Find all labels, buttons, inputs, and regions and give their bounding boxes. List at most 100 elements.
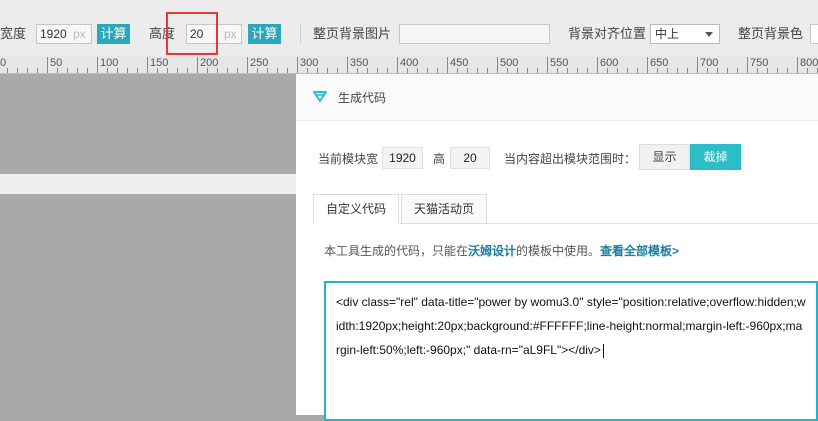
module-width-label: 当前模块宽 bbox=[318, 152, 379, 166]
bg-color-input[interactable] bbox=[810, 24, 818, 44]
width-label: 宽度 bbox=[0, 26, 27, 41]
ruler-minor-tick bbox=[227, 68, 228, 73]
ruler-major-tick bbox=[97, 57, 98, 73]
ruler-minor-tick bbox=[757, 68, 758, 73]
ruler-minor-tick bbox=[537, 68, 538, 73]
ruler-major-tick bbox=[47, 57, 48, 73]
ruler-minor-tick bbox=[77, 68, 78, 73]
ruler-minor-tick bbox=[687, 68, 688, 73]
ruler-minor-tick bbox=[507, 68, 508, 73]
ruler-major-tick bbox=[347, 57, 348, 73]
ruler-minor-tick bbox=[177, 68, 178, 73]
overflow-label: 当内容超出模块范围时： bbox=[504, 152, 637, 166]
ruler-minor-tick bbox=[187, 68, 188, 73]
overflow-show-button[interactable]: 显示 bbox=[639, 144, 690, 170]
bg-image-input[interactable] bbox=[399, 24, 550, 44]
ruler-minor-tick bbox=[127, 68, 128, 73]
dialog-header: 生成代码 bbox=[296, 74, 818, 121]
highlight-box bbox=[166, 12, 218, 55]
ruler-label: 700 bbox=[700, 57, 719, 69]
ruler-minor-tick bbox=[737, 68, 738, 73]
ruler-label: 400 bbox=[400, 57, 419, 69]
ruler-minor-tick bbox=[87, 68, 88, 73]
ruler-minor-tick bbox=[207, 68, 208, 73]
ruler-minor-tick bbox=[707, 68, 708, 73]
horizontal-ruler: 0 50 100 150 200 250 300 350 400 450 500 550 600 650 7… bbox=[0, 56, 818, 74]
ruler-minor-tick bbox=[777, 68, 778, 73]
view-all-templates-link[interactable]: 查看全部模板> bbox=[600, 244, 679, 258]
bg-align-select[interactable]: 中上 bbox=[650, 24, 720, 44]
ruler-label: 750 bbox=[750, 57, 769, 69]
ruler-major-tick bbox=[797, 57, 798, 73]
ruler-minor-tick bbox=[427, 68, 428, 73]
ruler-minor-tick bbox=[27, 68, 28, 73]
diamond-logo-icon bbox=[313, 91, 327, 102]
ruler-major-tick bbox=[447, 57, 448, 73]
ruler-minor-tick bbox=[217, 68, 218, 73]
ruler-minor-tick bbox=[517, 68, 518, 73]
ruler-minor-tick bbox=[7, 68, 8, 73]
ruler-label: 500 bbox=[500, 57, 519, 69]
height-calc-button[interactable]: 计算 bbox=[248, 24, 281, 44]
ruler-minor-tick bbox=[487, 68, 488, 73]
ruler-major-tick bbox=[547, 57, 548, 73]
ruler-minor-tick bbox=[387, 68, 388, 73]
tab-custom-code[interactable]: 自定义代码 bbox=[313, 194, 399, 224]
notice-prefix: 本工具生成的代码，只能在 bbox=[324, 244, 469, 258]
ruler-label: 350 bbox=[350, 57, 369, 69]
ruler-minor-tick bbox=[767, 68, 768, 73]
bg-align-value: 中上 bbox=[655, 27, 680, 41]
ruler-major-tick bbox=[697, 57, 698, 73]
ruler-minor-tick bbox=[807, 68, 808, 73]
ruler-minor-tick bbox=[567, 68, 568, 73]
ruler-minor-tick bbox=[477, 68, 478, 73]
ruler-minor-tick bbox=[257, 68, 258, 73]
ruler-minor-tick bbox=[467, 68, 468, 73]
ruler-minor-tick bbox=[167, 68, 168, 73]
ruler-label: 600 bbox=[600, 57, 619, 69]
tab-tmall-activity[interactable]: 天猫活动页 bbox=[401, 194, 487, 224]
ruler-minor-tick bbox=[457, 68, 458, 73]
ruler-label: 150 bbox=[150, 57, 169, 69]
ruler-minor-tick bbox=[67, 68, 68, 73]
width-calc-button[interactable]: 计算 bbox=[97, 24, 130, 44]
ruler-minor-tick bbox=[357, 68, 358, 73]
ruler-minor-tick bbox=[37, 68, 38, 73]
height-unit: px bbox=[224, 27, 237, 41]
ruler-major-tick bbox=[497, 57, 498, 73]
notice-middle: 的模板中使用。 bbox=[516, 244, 601, 258]
notice-brand-link[interactable]: 沃姆设计 bbox=[468, 244, 516, 258]
ruler-minor-tick bbox=[157, 68, 158, 73]
overflow-clip-button[interactable]: 裁掉 bbox=[690, 144, 741, 170]
ruler-minor-tick bbox=[327, 68, 328, 73]
bg-color-label: 整页背景色 bbox=[738, 26, 804, 41]
ruler-minor-tick bbox=[787, 68, 788, 73]
ruler-minor-tick bbox=[17, 68, 18, 73]
ruler-minor-tick bbox=[317, 68, 318, 73]
width-unit: px bbox=[73, 27, 86, 41]
ruler-minor-tick bbox=[367, 68, 368, 73]
ruler-minor-tick bbox=[407, 68, 408, 73]
ruler-label: 300 bbox=[300, 57, 319, 69]
generated-code: <div class="rel" data-title="power by wo… bbox=[336, 295, 806, 357]
dialog-title: 生成代码 bbox=[338, 91, 387, 105]
ruler-minor-tick bbox=[587, 68, 588, 73]
ruler-minor-tick bbox=[137, 68, 138, 73]
ruler-label: 650 bbox=[650, 57, 669, 69]
bg-align-label: 背景对齐位置 bbox=[568, 26, 647, 41]
ruler-minor-tick bbox=[557, 68, 558, 73]
ruler-major-tick bbox=[197, 57, 198, 73]
width-value: 1920 bbox=[40, 27, 67, 41]
ruler-minor-tick bbox=[577, 68, 578, 73]
ruler-minor-tick bbox=[117, 68, 118, 73]
ruler-major-tick bbox=[647, 57, 648, 73]
ruler-label: 450 bbox=[450, 57, 469, 69]
bg-image-label: 整页背景图片 bbox=[313, 26, 392, 41]
ruler-minor-tick bbox=[287, 68, 288, 73]
ruler-major-tick bbox=[747, 57, 748, 73]
canvas-module-strip[interactable] bbox=[0, 174, 296, 194]
ruler-label: 250 bbox=[250, 57, 269, 69]
design-canvas[interactable] bbox=[0, 74, 296, 415]
code-textarea[interactable]: <div class="rel" data-title="power by wo… bbox=[324, 281, 818, 421]
ruler-major-tick bbox=[397, 57, 398, 73]
